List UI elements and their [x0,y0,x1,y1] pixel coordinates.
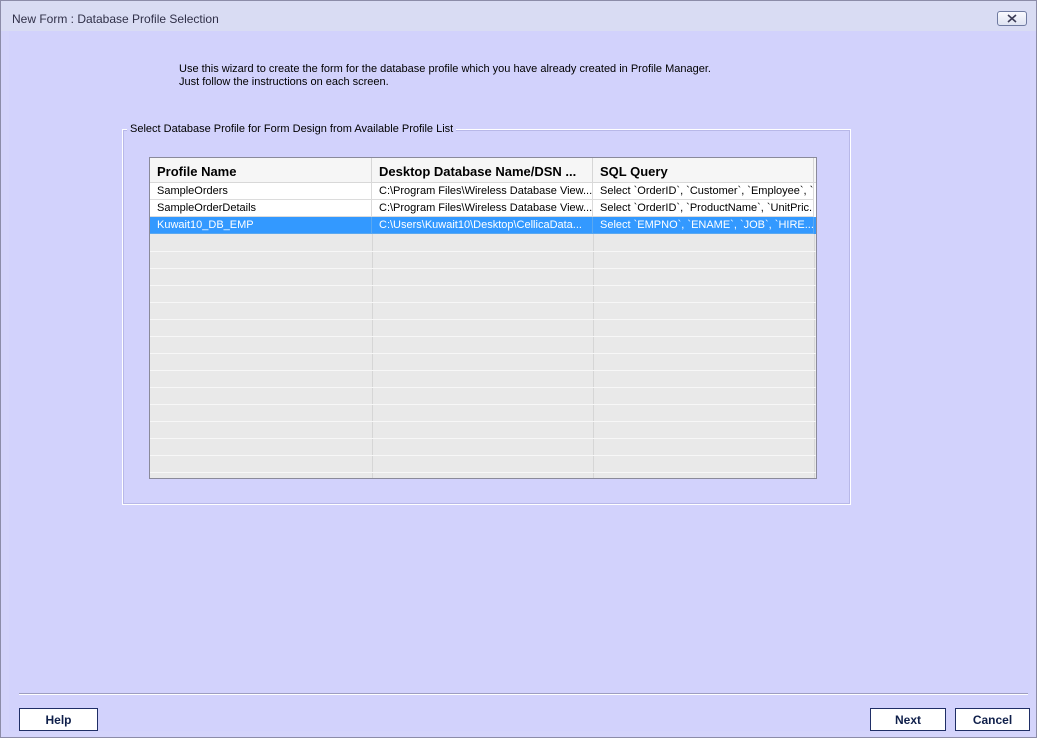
column-header-sql-query[interactable]: SQL Query [593,158,814,182]
empty-row-line [150,251,816,252]
profile-list-grid[interactable]: Profile Name Desktop Database Name/DSN .… [149,157,817,479]
cell-sql-query: Select `OrderID`, `Customer`, `Employee`… [593,183,814,200]
cell-profile-name: SampleOrders [150,183,372,200]
empty-row-line [150,370,816,371]
intro-line-2: Just follow the instructions on each scr… [179,76,389,88]
grid-body: SampleOrders C:\Program Files\Wireless D… [150,183,816,478]
window-title: New Form : Database Profile Selection [12,12,219,26]
cancel-button[interactable]: Cancel [955,708,1030,731]
empty-row-line [150,319,816,320]
cell-database-name: C:\Program Files\Wireless Database View.… [372,183,593,200]
empty-row-line [150,404,816,405]
table-row[interactable]: SampleOrders C:\Program Files\Wireless D… [150,183,816,200]
empty-row-line [150,455,816,456]
empty-row-line [150,285,816,286]
cell-profile-name: Kuwait10_DB_EMP [150,217,372,234]
close-button[interactable] [997,11,1027,26]
cell-database-name: C:\Users\Kuwait10\Desktop\CellicaData... [372,217,593,234]
column-header-database-name[interactable]: Desktop Database Name/DSN ... [372,158,593,182]
groupbox-legend: Select Database Profile for Form Design … [127,123,457,135]
next-button[interactable]: Next [870,708,946,731]
footer-separator [19,693,1028,695]
empty-row-line [150,421,816,422]
empty-row-line [150,438,816,439]
grid-header: Profile Name Desktop Database Name/DSN .… [150,158,816,183]
column-header-profile-name[interactable]: Profile Name [150,158,372,182]
empty-row-line [150,472,816,473]
intro-line-1: Use this wizard to create the form for t… [179,63,711,75]
empty-row-line [150,353,816,354]
table-row[interactable]: SampleOrderDetails C:\Program Files\Wire… [150,200,816,217]
wizard-window: New Form : Database Profile Selection Us… [0,0,1037,738]
title-bar: New Form : Database Profile Selection [1,1,1036,31]
cell-sql-query: Select `EMPNO`, `ENAME`, `JOB`, `HIRE... [593,217,814,234]
intro-text: Use this wizard to create the form for t… [179,63,711,89]
table-row-selected[interactable]: Kuwait10_DB_EMP C:\Users\Kuwait10\Deskto… [150,217,816,234]
help-button[interactable]: Help [19,708,98,731]
cell-profile-name: SampleOrderDetails [150,200,372,217]
empty-row-line [150,336,816,337]
cell-database-name: C:\Program Files\Wireless Database View.… [372,200,593,217]
cell-sql-query: Select `OrderID`, `ProductName`, `UnitPr… [593,200,814,217]
wizard-body: Use this wizard to create the form for t… [9,31,1030,731]
empty-row-line [150,268,816,269]
empty-row-line [150,387,816,388]
close-icon [1007,14,1017,23]
empty-row-line [150,302,816,303]
